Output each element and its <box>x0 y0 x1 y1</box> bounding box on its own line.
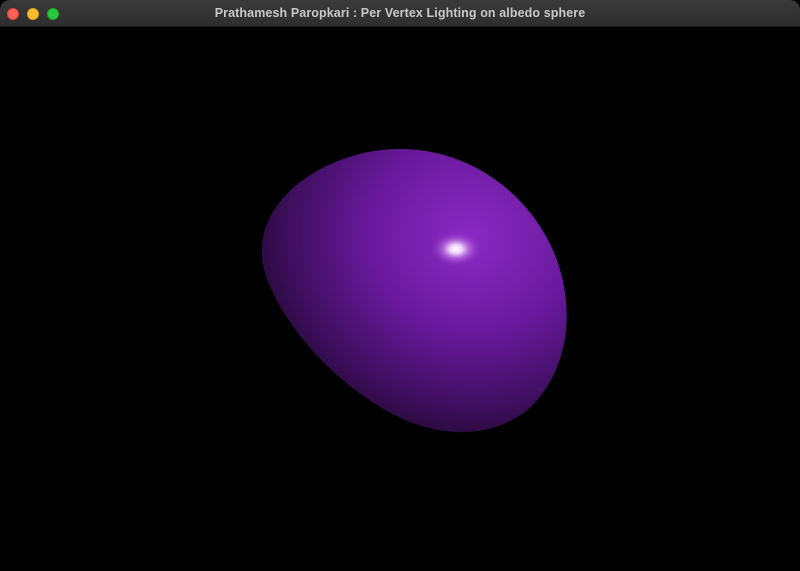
albedo-sphere <box>261 149 567 433</box>
sphere-render <box>261 149 567 433</box>
close-icon[interactable] <box>7 8 19 20</box>
minimize-icon[interactable] <box>27 8 39 20</box>
title-bar[interactable]: Prathamesh Paropkari : Per Vertex Lighti… <box>0 0 800 27</box>
app-window: Prathamesh Paropkari : Per Vertex Lighti… <box>0 0 800 571</box>
specular-highlight <box>430 231 482 267</box>
window-title: Prathamesh Paropkari : Per Vertex Lighti… <box>214 6 586 20</box>
zoom-icon[interactable] <box>47 8 59 20</box>
render-canvas[interactable] <box>0 27 800 571</box>
